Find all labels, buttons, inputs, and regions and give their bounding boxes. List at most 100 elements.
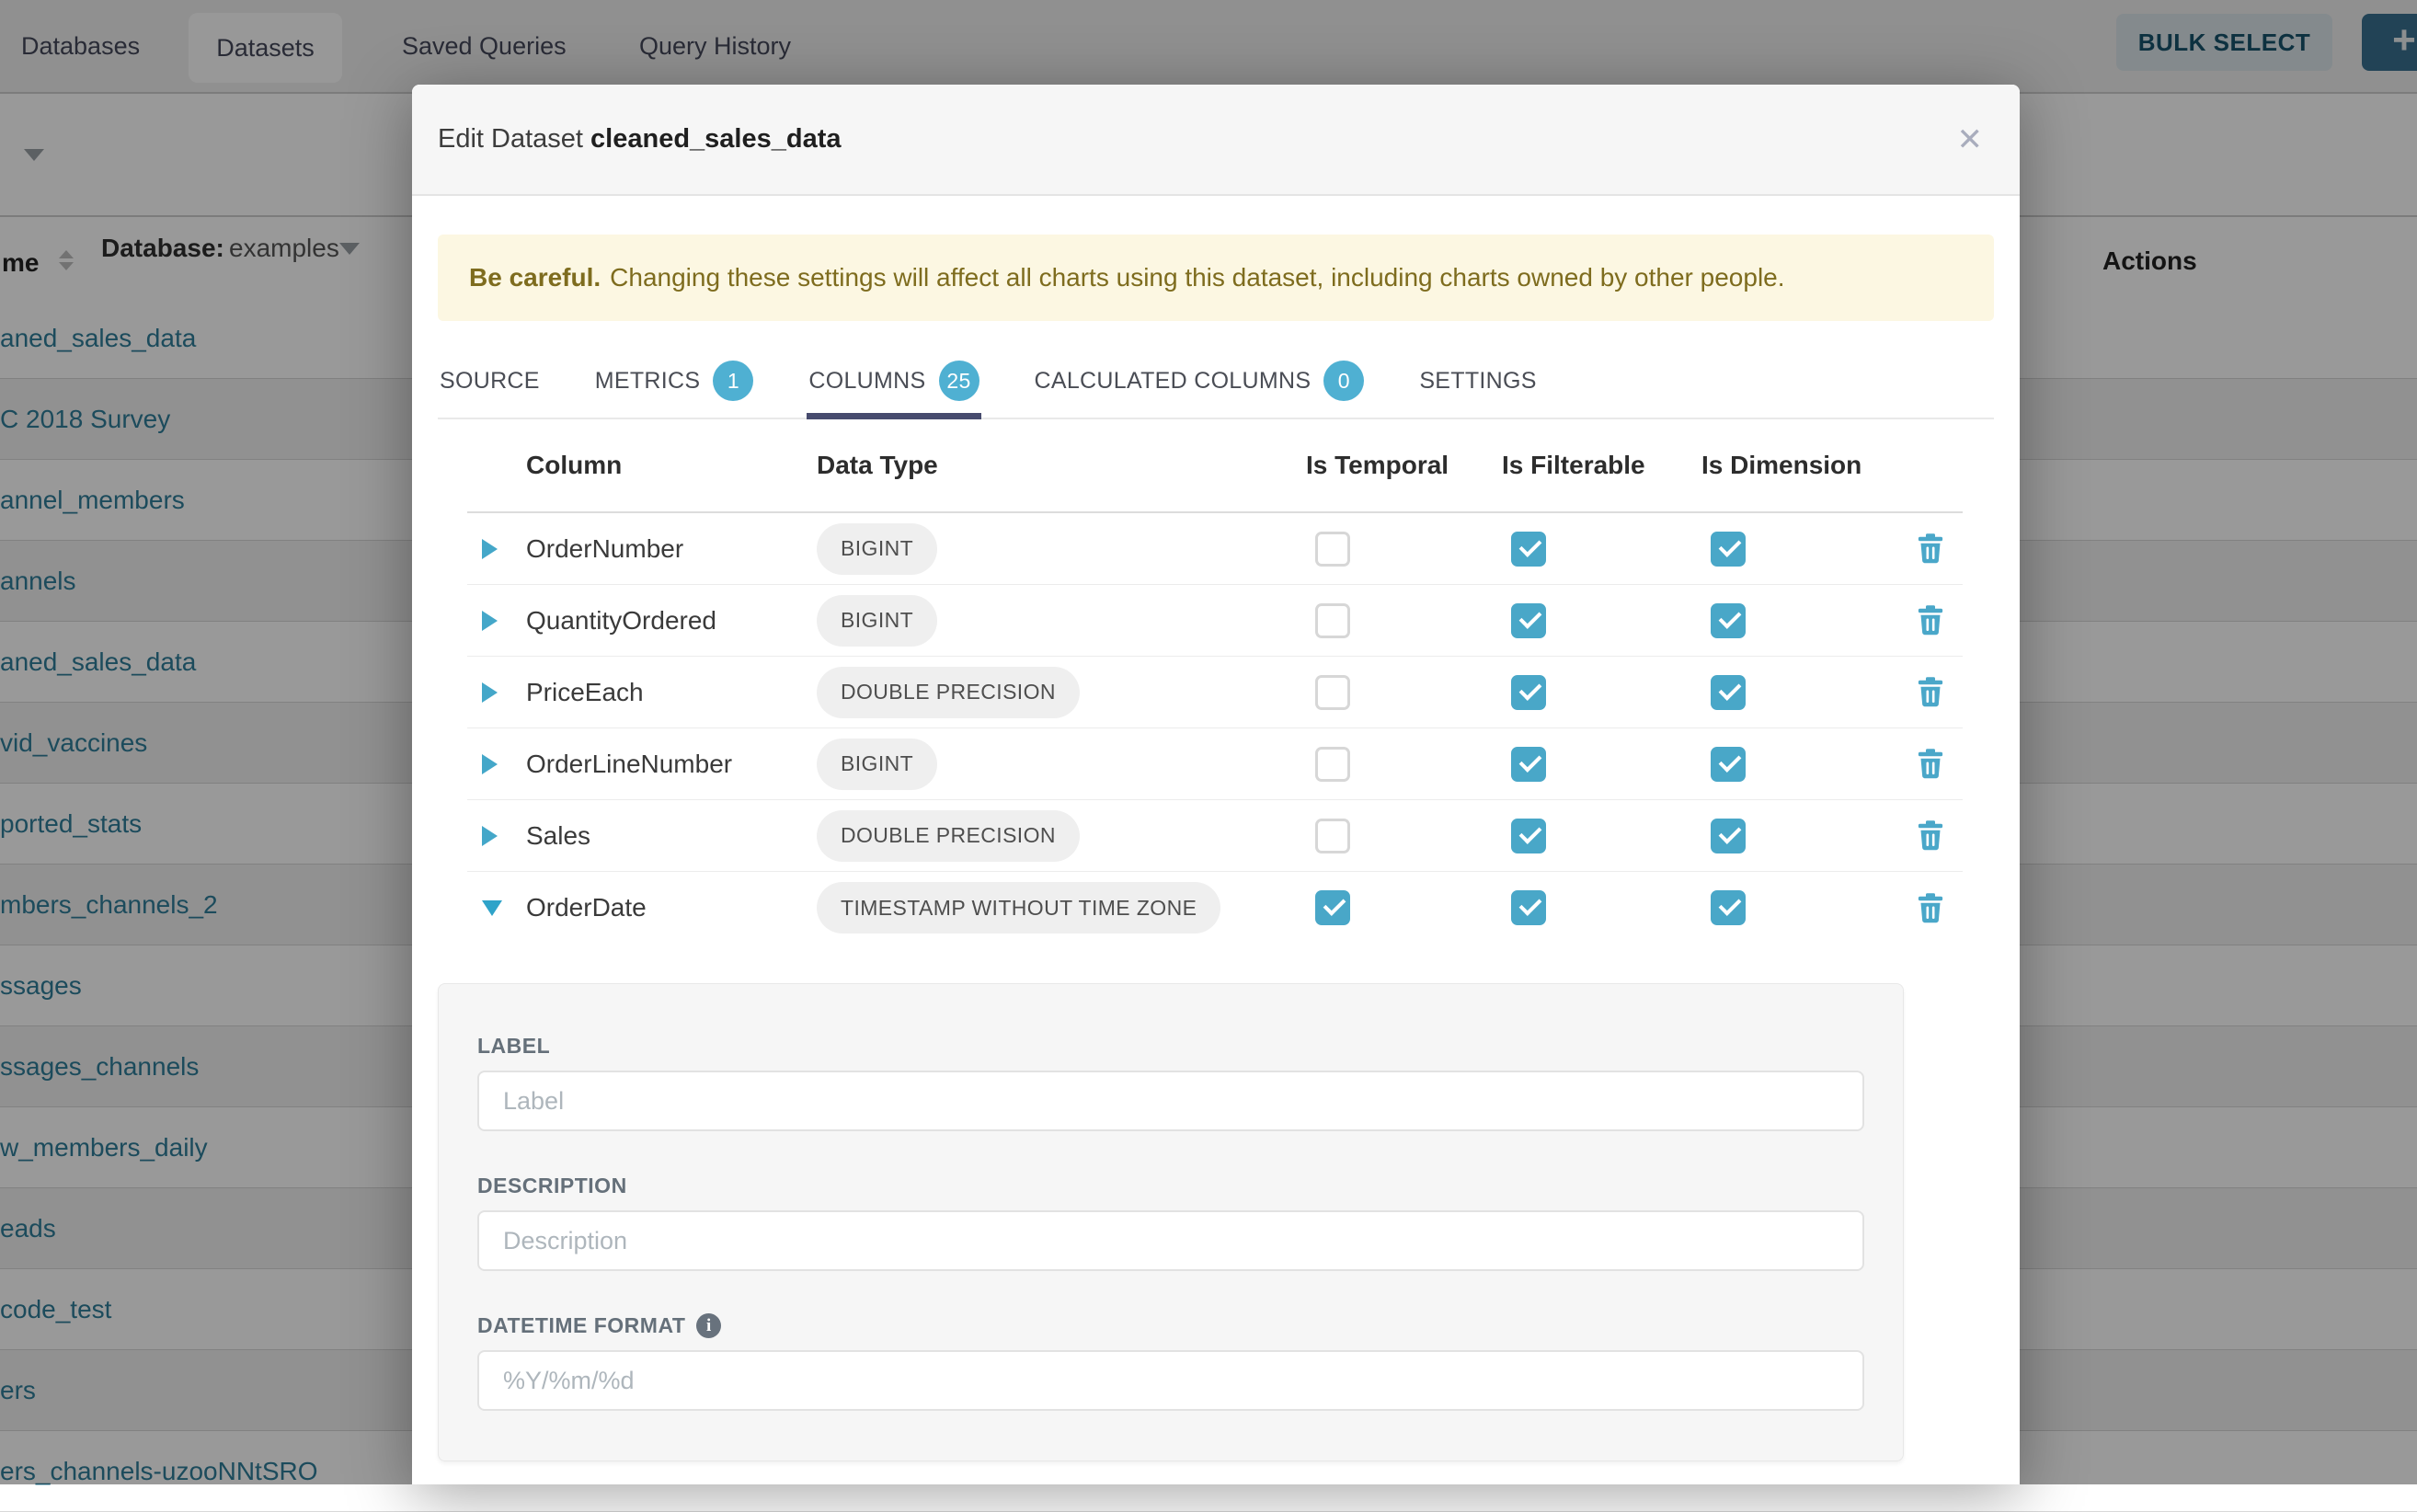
is-dimension-checkbox[interactable] [1711,819,1746,853]
table-row-expanded: OrderDate TIMESTAMP WITHOUT TIME ZONE [467,872,1963,944]
datetime-format-field-label: DATETIME FORMAT i [477,1313,1864,1338]
data-type-pill: DOUBLE PRECISION [817,667,1080,718]
tab-label: CALCULATED COLUMNS [1035,368,1312,395]
modal-title: Edit Dataset cleaned_sales_data [438,124,842,155]
is-filterable-checkbox[interactable] [1511,532,1546,567]
caret-right-icon [482,682,498,703]
trash-icon [1917,533,1944,564]
caret-right-icon [482,754,498,774]
is-temporal-checkbox[interactable] [1315,675,1350,710]
datetime-format-input[interactable] [477,1350,1864,1411]
is-temporal-header: Is Temporal [1288,451,1502,480]
expand-toggle[interactable] [467,682,526,703]
is-filterable-header: Is Filterable [1502,451,1701,480]
table-row: Sales DOUBLE PRECISION [467,800,1963,872]
is-filterable-checkbox[interactable] [1511,675,1546,710]
tab-label: SOURCE [440,368,540,395]
delete-column-button[interactable] [1899,677,1963,707]
delete-column-button[interactable] [1899,893,1963,923]
caret-down-icon [482,900,502,916]
expand-toggle[interactable] [467,826,526,846]
column-name: Sales [526,821,817,851]
tab-metrics[interactable]: METRICS 1 [593,342,756,419]
modal-title-prefix: Edit Dataset [438,124,583,154]
column-name: PriceEach [526,678,817,707]
warning-bold-text: Be careful. [469,263,601,292]
columns-table-header: Column Data Type Is Temporal Is Filterab… [467,419,1963,513]
caret-right-icon [482,539,498,559]
is-dimension-checkbox[interactable] [1711,603,1746,638]
delete-column-button[interactable] [1899,533,1963,564]
tab-count-badge: 1 [713,361,753,401]
is-dimension-header: Is Dimension [1701,451,1899,480]
is-dimension-checkbox[interactable] [1711,675,1746,710]
info-icon[interactable]: i [696,1313,721,1338]
delete-column-button[interactable] [1899,820,1963,851]
data-type-header: Data Type [817,451,1288,480]
delete-column-button[interactable] [1899,749,1963,779]
columns-table: Column Data Type Is Temporal Is Filterab… [467,419,1963,944]
tab-columns[interactable]: COLUMNS 25 [807,342,980,419]
datetime-format-label-text: DATETIME FORMAT [477,1313,685,1338]
is-dimension-checkbox[interactable] [1711,890,1746,925]
tab-count-badge: 25 [939,361,979,401]
warning-banner: Be careful. Changing these settings will… [438,235,1994,321]
column-name: QuantityOrdered [526,606,817,636]
tab-count-badge: 0 [1323,361,1364,401]
is-filterable-checkbox[interactable] [1511,747,1546,782]
warning-text: Changing these settings will affect all … [610,263,1784,292]
is-temporal-checkbox[interactable] [1315,603,1350,638]
expand-toggle[interactable] [467,900,526,916]
data-type-pill: BIGINT [817,739,937,790]
is-temporal-checkbox[interactable] [1315,819,1350,853]
column-name: OrderNumber [526,534,817,564]
description-field-label: DESCRIPTION [477,1174,1864,1198]
data-type-pill: BIGINT [817,595,937,647]
tab-calculated-columns[interactable]: CALCULATED COLUMNS 0 [1033,342,1367,419]
delete-column-button[interactable] [1899,605,1963,636]
caret-right-icon [482,826,498,846]
label-field-label: LABEL [477,1034,1864,1059]
data-type-cell: BIGINT [817,523,1288,575]
is-filterable-checkbox[interactable] [1511,603,1546,638]
description-input[interactable] [477,1210,1864,1271]
is-dimension-checkbox[interactable] [1711,532,1746,567]
data-type-cell: BIGINT [817,739,1288,790]
data-type-pill: BIGINT [817,523,937,575]
column-detail-panel: LABEL DESCRIPTION DATETIME FORMAT i [438,983,1904,1461]
close-icon[interactable]: ✕ [1957,124,1984,155]
modal-header: Edit Dataset cleaned_sales_data ✕ [412,85,2020,196]
column-name: OrderDate [526,893,817,922]
trash-icon [1917,749,1944,779]
column-header: Column [526,451,817,480]
trash-icon [1917,893,1944,923]
label-field-label-text: LABEL [477,1034,550,1059]
data-type-cell: TIMESTAMP WITHOUT TIME ZONE [817,882,1288,934]
is-temporal-checkbox[interactable] [1315,532,1350,567]
caret-right-icon [482,611,498,631]
expand-toggle[interactable] [467,754,526,774]
data-type-cell: BIGINT [817,595,1288,647]
is-dimension-checkbox[interactable] [1711,747,1746,782]
tab-label: METRICS [595,368,701,395]
modal-tabs: SOURCE METRICS 1 COLUMNS 25 CALCULATED C… [438,342,1994,419]
is-temporal-checkbox[interactable] [1315,747,1350,782]
tab-label: SETTINGS [1419,368,1536,395]
tab-source[interactable]: SOURCE [438,342,542,419]
is-temporal-checkbox[interactable] [1315,890,1350,925]
expand-toggle[interactable] [467,611,526,631]
tab-settings[interactable]: SETTINGS [1417,342,1538,419]
expand-toggle[interactable] [467,539,526,559]
trash-icon [1917,677,1944,707]
is-filterable-checkbox[interactable] [1511,890,1546,925]
is-filterable-checkbox[interactable] [1511,819,1546,853]
tab-label: COLUMNS [808,368,925,395]
label-input[interactable] [477,1071,1864,1131]
data-type-pill: TIMESTAMP WITHOUT TIME ZONE [817,882,1220,934]
table-row: PriceEach DOUBLE PRECISION [467,657,1963,728]
trash-icon [1917,820,1944,851]
data-type-cell: DOUBLE PRECISION [817,810,1288,862]
description-field-label-text: DESCRIPTION [477,1174,627,1198]
table-row: OrderNumber BIGINT [467,513,1963,585]
modal-title-dataset-name: cleaned_sales_data [590,124,841,154]
